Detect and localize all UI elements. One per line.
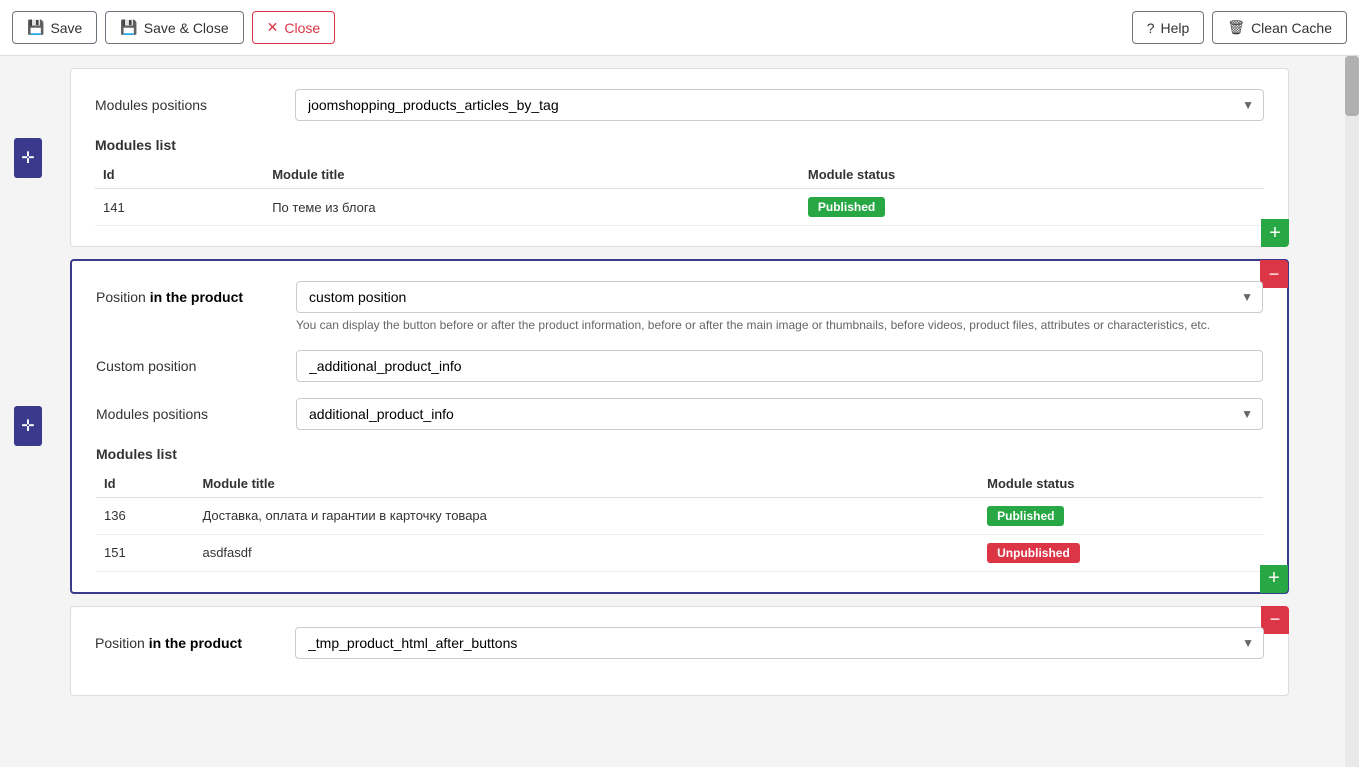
section1-card: Modules positions joomshopping_products_…	[70, 68, 1289, 247]
save-label: Save	[50, 20, 82, 36]
section3-wrapper: − Position in the product _tmp_product_h…	[50, 606, 1309, 696]
position-select-2[interactable]: custom position	[296, 281, 1263, 313]
status-badge: Published	[987, 506, 1064, 526]
section3-card: − Position in the product _tmp_product_h…	[70, 606, 1289, 696]
add-button-1[interactable]: +	[1261, 219, 1289, 247]
modules-list-label-2: Modules list	[96, 446, 1263, 462]
toolbar-right: ? Help 🗑 Clean Cache	[1132, 11, 1347, 44]
module-id: 141	[95, 189, 264, 226]
table-row: 141 По теме из блога Published	[95, 189, 1264, 226]
module-id: 151	[96, 534, 194, 571]
custom-position-input-2[interactable]	[296, 350, 1263, 382]
custom-position-label-2: Custom position	[96, 350, 296, 374]
modules-positions-row-2: Modules positions additional_product_inf…	[96, 398, 1263, 430]
toolbar-left: 💾 Save 💾 Save & Close ✕ Close	[12, 11, 335, 44]
help-label: Help	[1160, 20, 1189, 36]
module-id: 136	[96, 497, 194, 534]
modules-positions-select-2[interactable]: additional_product_info	[296, 398, 1263, 430]
modules-positions-label-2: Modules positions	[96, 398, 296, 422]
module-title: По теме из блога	[264, 189, 800, 226]
custom-position-control-2	[296, 350, 1263, 382]
drag-handle-1[interactable]: ✛	[14, 138, 42, 178]
position-control-2: custom position You can display the butt…	[296, 281, 1263, 334]
scrollbar[interactable]	[1345, 56, 1359, 767]
section2-wrapper: ✛ − Position in the product custom posit…	[50, 259, 1309, 594]
position-control-3: _tmp_product_html_after_buttons	[295, 627, 1264, 659]
position-row-3: Position in the product _tmp_product_htm…	[95, 627, 1264, 659]
clean-cache-label: Clean Cache	[1251, 20, 1332, 36]
help-icon: ?	[1147, 20, 1155, 36]
modules-table-1: Id Module title Module status 141 По тем…	[95, 161, 1264, 226]
remove-button-3[interactable]: −	[1261, 606, 1289, 634]
table-row: 136 Доставка, оплата и гарантии в карточ…	[96, 497, 1263, 534]
col-title-2: Module title	[194, 470, 979, 498]
module-title: asdfasdf	[194, 534, 979, 571]
custom-position-row-2: Custom position	[96, 350, 1263, 382]
col-title-1: Module title	[264, 161, 800, 189]
remove-button-2[interactable]: −	[1260, 260, 1288, 288]
module-status: Unpublished	[979, 534, 1263, 571]
position-row-2: Position in the product custom position …	[96, 281, 1263, 334]
save-close-label: Save & Close	[144, 20, 229, 36]
modules-table-2: Id Module title Module status 136 Достав…	[96, 470, 1263, 572]
modules-positions-row-1: Modules positions joomshopping_products_…	[95, 89, 1264, 121]
toolbar: 💾 Save 💾 Save & Close ✕ Close ? Help 🗑 C…	[0, 0, 1359, 56]
save-button[interactable]: 💾 Save	[12, 11, 97, 44]
help-button[interactable]: ? Help	[1132, 11, 1205, 44]
col-id-1: Id	[95, 161, 264, 189]
col-status-2: Module status	[979, 470, 1263, 498]
clean-cache-button[interactable]: 🗑 Clean Cache	[1212, 11, 1347, 44]
position-select-3[interactable]: _tmp_product_html_after_buttons	[295, 627, 1264, 659]
add-button-2[interactable]: +	[1260, 565, 1288, 593]
position-label-2: Position in the product	[96, 281, 296, 305]
status-badge: Unpublished	[987, 543, 1080, 563]
module-title: Доставка, оплата и гарантии в карточку т…	[194, 497, 979, 534]
scrollbar-thumb[interactable]	[1345, 56, 1359, 116]
close-button[interactable]: ✕ Close	[252, 11, 336, 44]
module-status: Published	[979, 497, 1263, 534]
save-icon: 💾	[27, 19, 44, 36]
module-status: Published	[800, 189, 1264, 226]
section1-wrapper: ✛ Modules positions joomshopping_product…	[50, 68, 1309, 247]
status-badge: Published	[808, 197, 885, 217]
save-close-icon: 💾	[120, 19, 137, 36]
save-close-button[interactable]: 💾 Save & Close	[105, 11, 243, 44]
modules-positions-control-2: additional_product_info	[296, 398, 1263, 430]
close-icon: ✕	[267, 19, 279, 36]
modules-positions-select-1[interactable]: joomshopping_products_articles_by_tag	[295, 89, 1264, 121]
trash-icon: 🗑	[1227, 19, 1245, 36]
table-row: 151 asdfasdf Unpublished	[96, 534, 1263, 571]
main-content: ✛ Modules positions joomshopping_product…	[0, 56, 1359, 767]
section2-card: − Position in the product custom positio…	[70, 259, 1289, 594]
col-id-2: Id	[96, 470, 194, 498]
col-status-1: Module status	[800, 161, 1264, 189]
position-hint-2: You can display the button before or aft…	[296, 317, 1263, 334]
drag-handle-2[interactable]: ✛	[14, 406, 42, 446]
modules-list-label-1: Modules list	[95, 137, 1264, 153]
position-label-3: Position in the product	[95, 627, 295, 651]
modules-positions-label-1: Modules positions	[95, 89, 295, 113]
modules-positions-control-1: joomshopping_products_articles_by_tag	[295, 89, 1264, 121]
close-label: Close	[284, 20, 320, 36]
